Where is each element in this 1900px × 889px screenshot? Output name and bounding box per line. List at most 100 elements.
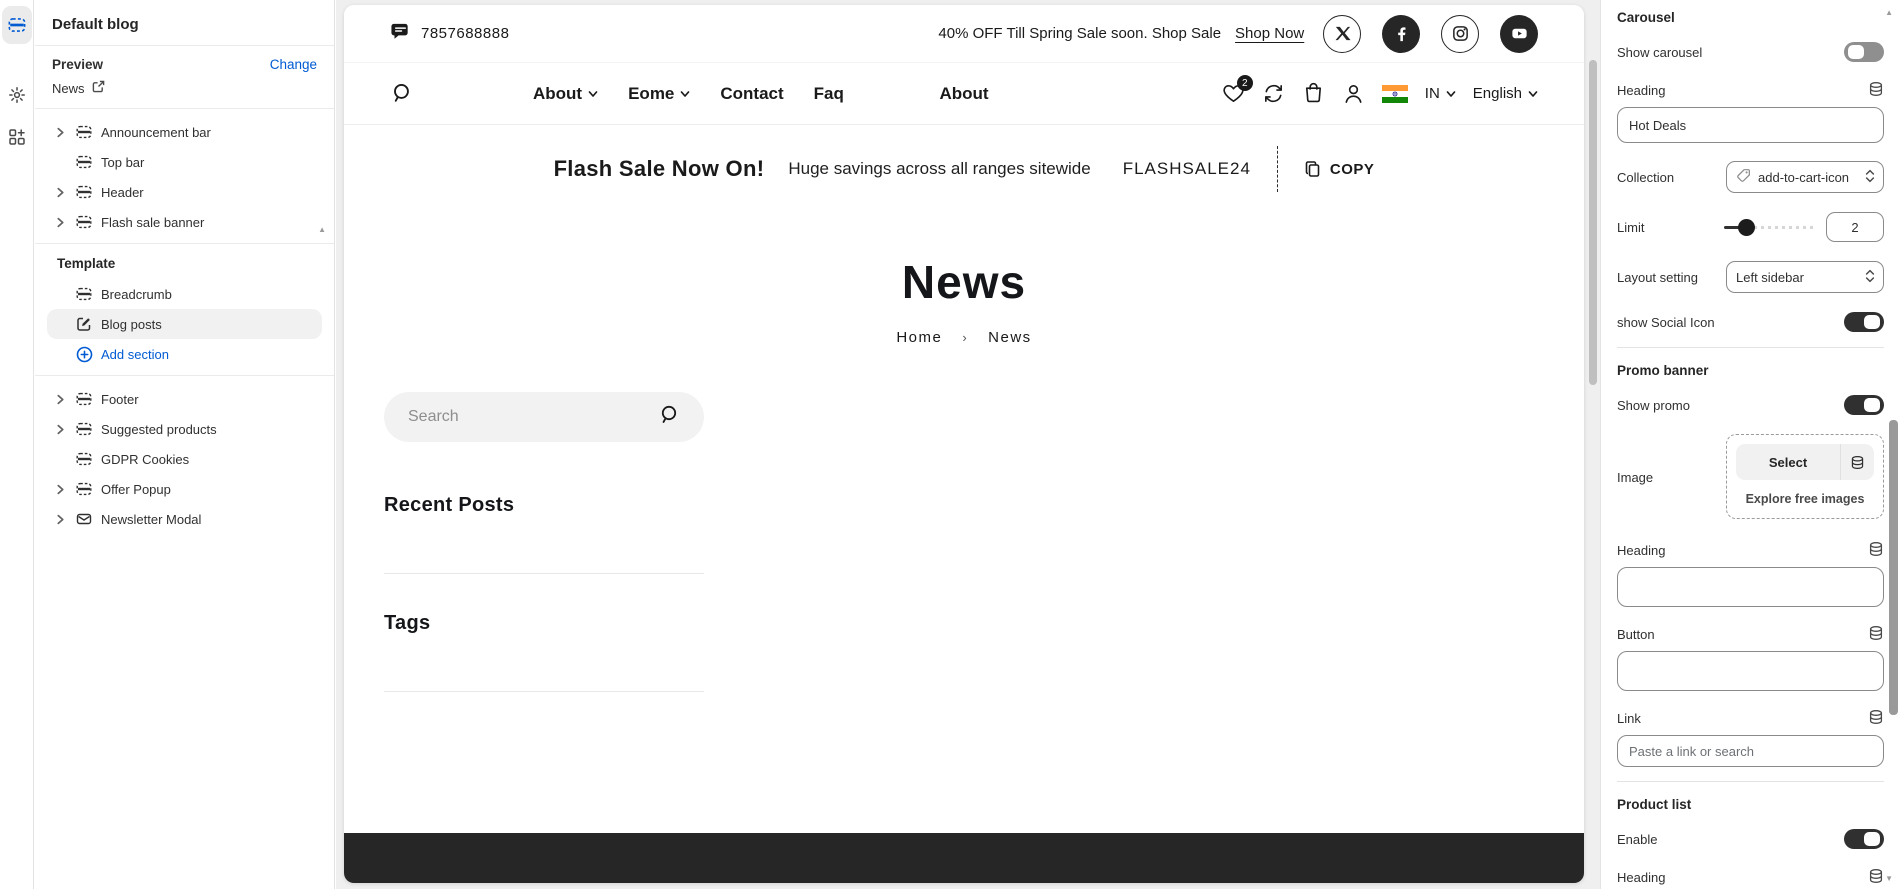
facebook-social-icon[interactable] <box>1382 15 1420 53</box>
panel-scrollbar[interactable] <box>1889 420 1898 715</box>
apps-rail-button[interactable] <box>2 118 32 156</box>
collection-select[interactable]: add-to-cart-icon <box>1726 161 1884 193</box>
change-preview-link[interactable]: Change <box>270 57 317 72</box>
youtube-social-icon[interactable] <box>1500 15 1538 53</box>
chevron-right-icon[interactable] <box>55 484 67 495</box>
nav-link-about[interactable]: About <box>533 84 598 104</box>
chevron-right-icon[interactable] <box>55 187 67 198</box>
layout-setting-select[interactable]: Left sidebar <box>1726 261 1884 293</box>
nav-link-faq[interactable]: Faq <box>814 84 844 104</box>
section-icon <box>75 153 93 171</box>
nav-center-about-link[interactable]: About <box>939 84 988 104</box>
envelope-icon <box>75 510 93 528</box>
slider-handle[interactable] <box>1738 219 1755 236</box>
sidebar-item-suggested-products[interactable]: Suggested products <box>47 414 322 444</box>
dynamic-source-icon[interactable] <box>1868 541 1884 560</box>
copy-label: COPY <box>1330 161 1375 178</box>
country-selector[interactable]: IN <box>1425 85 1456 102</box>
promo-button-label: Button <box>1617 627 1655 642</box>
show-promo-toggle[interactable] <box>1844 395 1884 415</box>
limit-label: Limit <box>1617 220 1644 235</box>
promo-link-input[interactable] <box>1617 735 1884 767</box>
tree-scroll-up-icon[interactable]: ▲ <box>318 225 326 234</box>
dynamic-source-icon[interactable] <box>1868 625 1884 644</box>
sidebar-item-offer-popup[interactable]: Offer Popup <box>47 474 322 504</box>
language-selector[interactable]: English <box>1473 85 1538 102</box>
limit-slider[interactable] <box>1724 218 1814 236</box>
divider <box>1617 347 1884 348</box>
shop-now-link[interactable]: Shop Now <box>1235 25 1304 42</box>
dynamic-source-icon[interactable] <box>1868 709 1884 728</box>
sidebar-item-label: Blog posts <box>101 317 162 332</box>
section-icon <box>75 285 93 303</box>
nav-link-contact[interactable]: Contact <box>720 84 783 104</box>
wishlist-heart-icon[interactable]: 2 <box>1222 82 1245 105</box>
copy-icon <box>1304 160 1322 178</box>
image-select-button[interactable]: Select <box>1736 444 1874 480</box>
x-social-icon[interactable] <box>1323 15 1361 53</box>
promo-heading-input[interactable] <box>1617 567 1884 607</box>
search-icon[interactable] <box>390 81 415 106</box>
blog-search-input[interactable] <box>408 408 658 426</box>
sidebar-item-breadcrumb[interactable]: Breadcrumb <box>47 279 322 309</box>
dynamic-source-icon[interactable] <box>1868 81 1884 100</box>
sidebar-item-top-bar[interactable]: Top bar <box>47 147 322 177</box>
sidebar-item-label: GDPR Cookies <box>101 452 189 467</box>
sidebar-item-label: Suggested products <box>101 422 217 437</box>
nav-link-label: Eome <box>628 84 674 104</box>
chevron-down-icon <box>680 89 690 99</box>
carousel-heading-input[interactable] <box>1617 107 1884 143</box>
store-header: About Eome Contact Faq About <box>344 63 1584 125</box>
sidebar-item-newsletter-modal[interactable]: Newsletter Modal <box>47 504 322 534</box>
breadcrumb-home-link[interactable]: Home <box>896 329 942 346</box>
compare-refresh-icon[interactable] <box>1262 82 1285 105</box>
sidebar-item-flash-sale-banner[interactable]: Flash sale banner <box>47 207 322 237</box>
sidebar-item-footer[interactable]: Footer <box>47 384 322 414</box>
panel-scroll-up-icon[interactable]: ▲ <box>1885 8 1893 17</box>
search-submit-icon[interactable] <box>658 403 682 432</box>
panel-scroll-down-icon[interactable]: ▼ <box>1885 874 1893 883</box>
chevron-right-icon[interactable] <box>55 394 67 405</box>
chevron-right-icon[interactable] <box>55 127 67 138</box>
sidebar-item-blog-posts[interactable]: Blog posts <box>47 309 322 339</box>
explore-free-images-link[interactable]: Explore free images <box>1736 492 1874 506</box>
sidebar-item-label: Offer Popup <box>101 482 171 497</box>
show-carousel-toggle[interactable] <box>1844 42 1884 62</box>
section-icon <box>75 183 93 201</box>
enable-toggle[interactable] <box>1844 829 1884 849</box>
cart-bag-icon[interactable] <box>1302 82 1325 105</box>
select-label: Select <box>1736 444 1840 480</box>
sections-sidebar: Default blog Preview Change News ▲ Annou… <box>35 0 335 889</box>
recent-posts-heading: Recent Posts <box>384 494 704 517</box>
nav-link-eome[interactable]: Eome <box>628 84 690 104</box>
sidebar-item-label: Breadcrumb <box>101 287 172 302</box>
divider <box>384 691 704 692</box>
sidebar-item-header[interactable]: Header <box>47 177 322 207</box>
external-link-icon[interactable] <box>92 80 105 96</box>
sections-rail-button[interactable] <box>2 6 32 44</box>
add-section-button[interactable]: Add section <box>47 339 322 369</box>
sidebar-item-gdpr-cookies[interactable]: GDPR Cookies <box>47 444 322 474</box>
settings-rail-button[interactable] <box>2 76 32 114</box>
chevron-right-icon[interactable] <box>55 424 67 435</box>
preview-scrollbar[interactable] <box>1589 60 1597 385</box>
layout-setting-label: Layout setting <box>1617 270 1698 285</box>
chevron-right-icon[interactable] <box>55 514 67 525</box>
sidebar-item-announcement-bar[interactable]: Announcement bar <box>47 117 322 147</box>
show-social-icon-toggle[interactable] <box>1844 312 1884 332</box>
promo-link-label: Link <box>1617 711 1641 726</box>
account-person-icon[interactable] <box>1342 82 1365 105</box>
page-title: News <box>344 255 1584 309</box>
instagram-social-icon[interactable] <box>1441 15 1479 53</box>
settings-panel: ▲ Carousel Show carousel Heading Collect… <box>1600 0 1900 889</box>
sidebar-item-label: Announcement bar <box>101 125 211 140</box>
limit-number-input[interactable] <box>1826 212 1884 242</box>
dynamic-source-icon[interactable] <box>1840 444 1874 480</box>
dynamic-source-icon[interactable] <box>1868 868 1884 887</box>
chevron-right-icon[interactable] <box>55 217 67 228</box>
wishlist-count-badge: 2 <box>1237 75 1253 91</box>
copy-code-button[interactable]: COPY <box>1304 160 1375 178</box>
flash-sale-subtitle: Huge savings across all ranges sitewide <box>788 159 1090 179</box>
promo-button-input[interactable] <box>1617 651 1884 691</box>
phone-contact[interactable]: 7857688888 <box>390 21 509 46</box>
